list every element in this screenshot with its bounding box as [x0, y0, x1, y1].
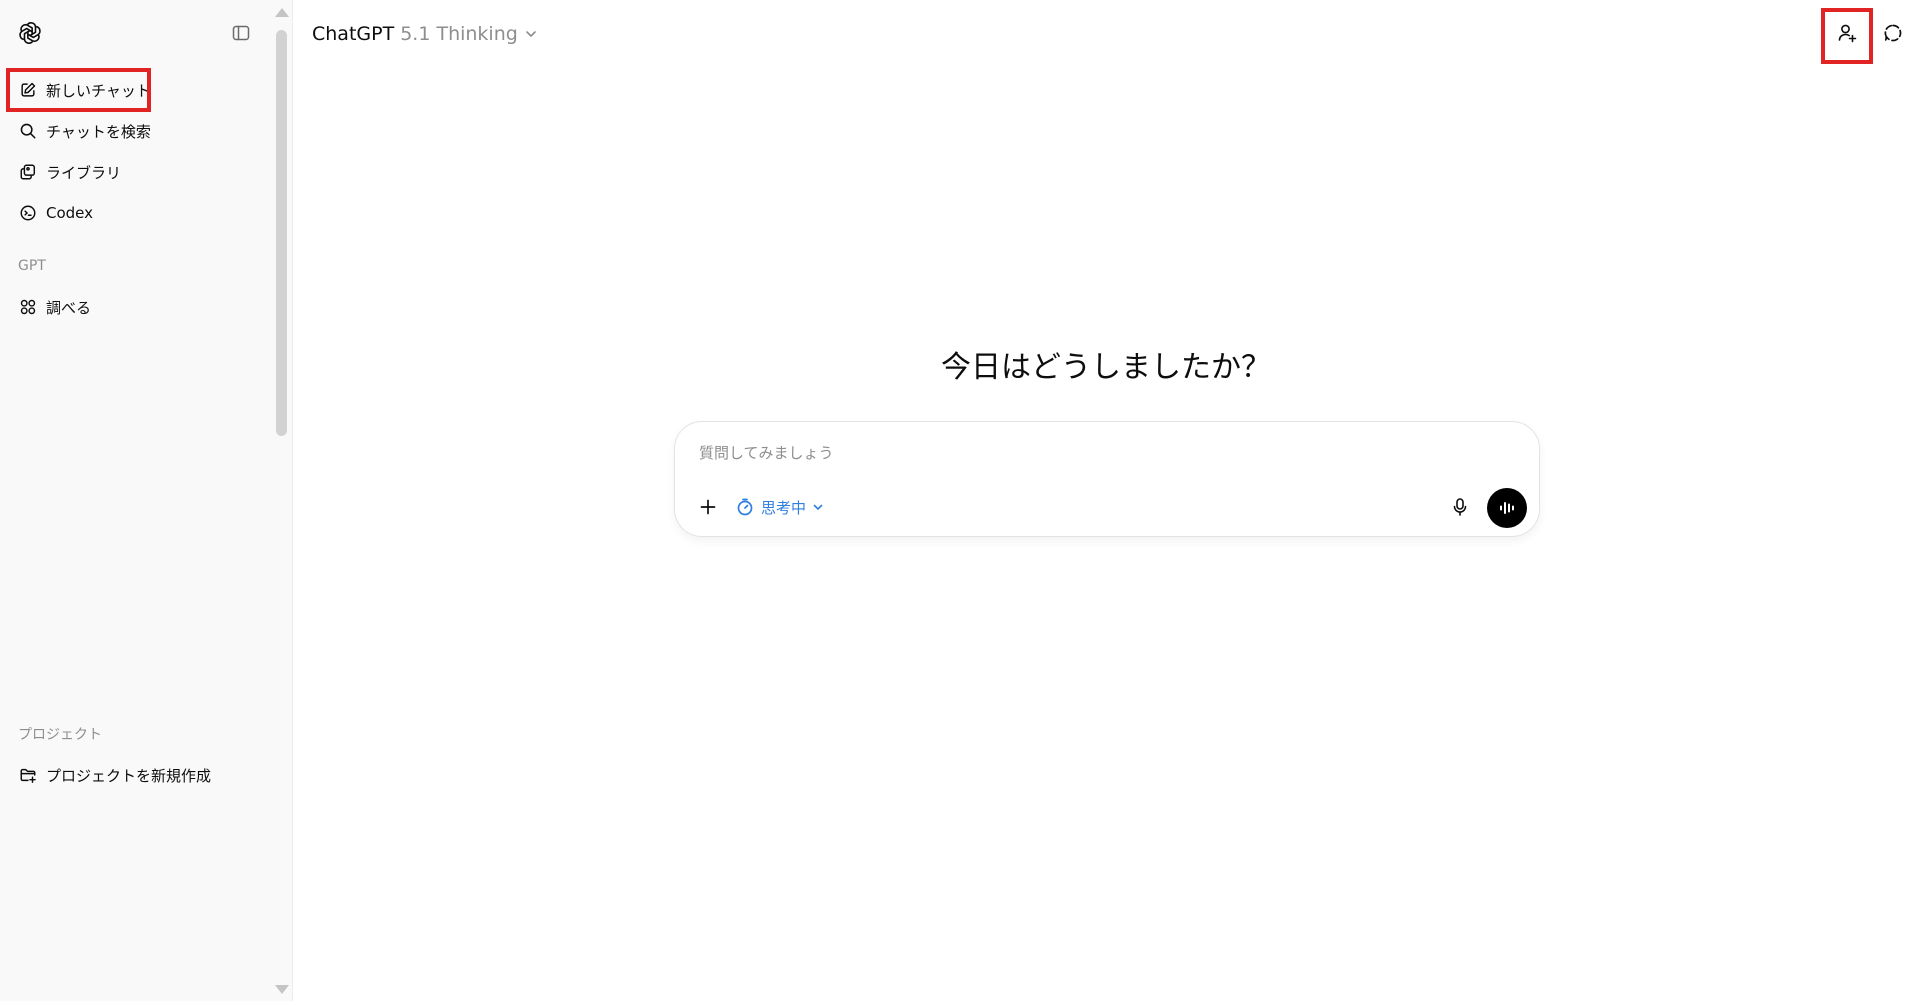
- page-headline: 今日はどうしましたか？: [941, 350, 1271, 385]
- sidebar-item-explore-gpts[interactable]: 調べる: [6, 287, 258, 327]
- codex-icon: [20, 205, 36, 221]
- add-person-button[interactable]: [1830, 16, 1864, 50]
- chevron-down-icon: [526, 31, 536, 37]
- sidebar: 新しいチャット チャットを検索 ライブラリ Codex GPT 調べる プロジェ…: [0, 0, 293, 1001]
- new-chat-icon: [21, 82, 36, 97]
- scroll-down-arrow-icon[interactable]: [275, 985, 289, 994]
- prompt-composer: 思考中: [674, 421, 1540, 537]
- voice-mode-button[interactable]: [1487, 488, 1527, 528]
- sidebar-item-label: Codex: [46, 204, 94, 222]
- sidebar-item-label: 新しいチャット: [46, 81, 151, 100]
- new-project-folder-icon: [20, 768, 36, 783]
- library-icon: [20, 164, 36, 180]
- sidebar-item-codex[interactable]: Codex: [6, 193, 258, 233]
- timer-icon: [737, 498, 753, 516]
- model-name: 5.1 Thinking: [400, 23, 518, 45]
- sidebar-item-label: 調べる: [46, 298, 92, 317]
- add-person-icon: [1838, 24, 1857, 43]
- project-section-title: プロジェクト: [18, 727, 102, 743]
- model-switcher[interactable]: ChatGPT 5.1 Thinking: [312, 19, 538, 49]
- plus-icon: [700, 499, 716, 515]
- scroll-up-arrow-icon[interactable]: [275, 8, 289, 17]
- sidebar-item-library[interactable]: ライブラリ: [6, 152, 258, 192]
- explore-gpts-icon: [20, 299, 36, 315]
- brand-name: ChatGPT: [312, 23, 395, 45]
- sidebar-item-search-chats[interactable]: チャットを検索: [6, 111, 258, 151]
- microphone-icon: [1453, 498, 1467, 516]
- sidebar-item-label: プロジェクトを新規作成: [46, 766, 212, 785]
- gpt-section-title: GPT: [18, 258, 46, 274]
- thinking-label: 思考中: [761, 498, 807, 517]
- temporary-chat-icon: [1884, 24, 1902, 42]
- prompt-input[interactable]: [699, 440, 1479, 466]
- search-icon: [20, 123, 36, 139]
- sidebar-item-label: ライブラリ: [46, 163, 122, 182]
- sidebar-item-label: チャットを検索: [46, 122, 151, 141]
- sidebar-item-new-chat[interactable]: 新しいチャット: [6, 70, 258, 110]
- sidebar-item-new-project[interactable]: プロジェクトを新規作成: [6, 755, 258, 795]
- dictate-button[interactable]: [1445, 492, 1475, 522]
- thinking-mode-button[interactable]: 思考中: [735, 492, 824, 522]
- openai-logo-icon[interactable]: [16, 19, 44, 47]
- voice-mode-icon: [1500, 502, 1514, 514]
- add-attachment-button[interactable]: [693, 492, 723, 522]
- temporary-chat-button[interactable]: [1876, 16, 1910, 50]
- scrollbar-thumb[interactable]: [276, 30, 287, 436]
- chevron-down-icon: [813, 504, 823, 510]
- sidebar-toggle-icon[interactable]: [227, 19, 255, 47]
